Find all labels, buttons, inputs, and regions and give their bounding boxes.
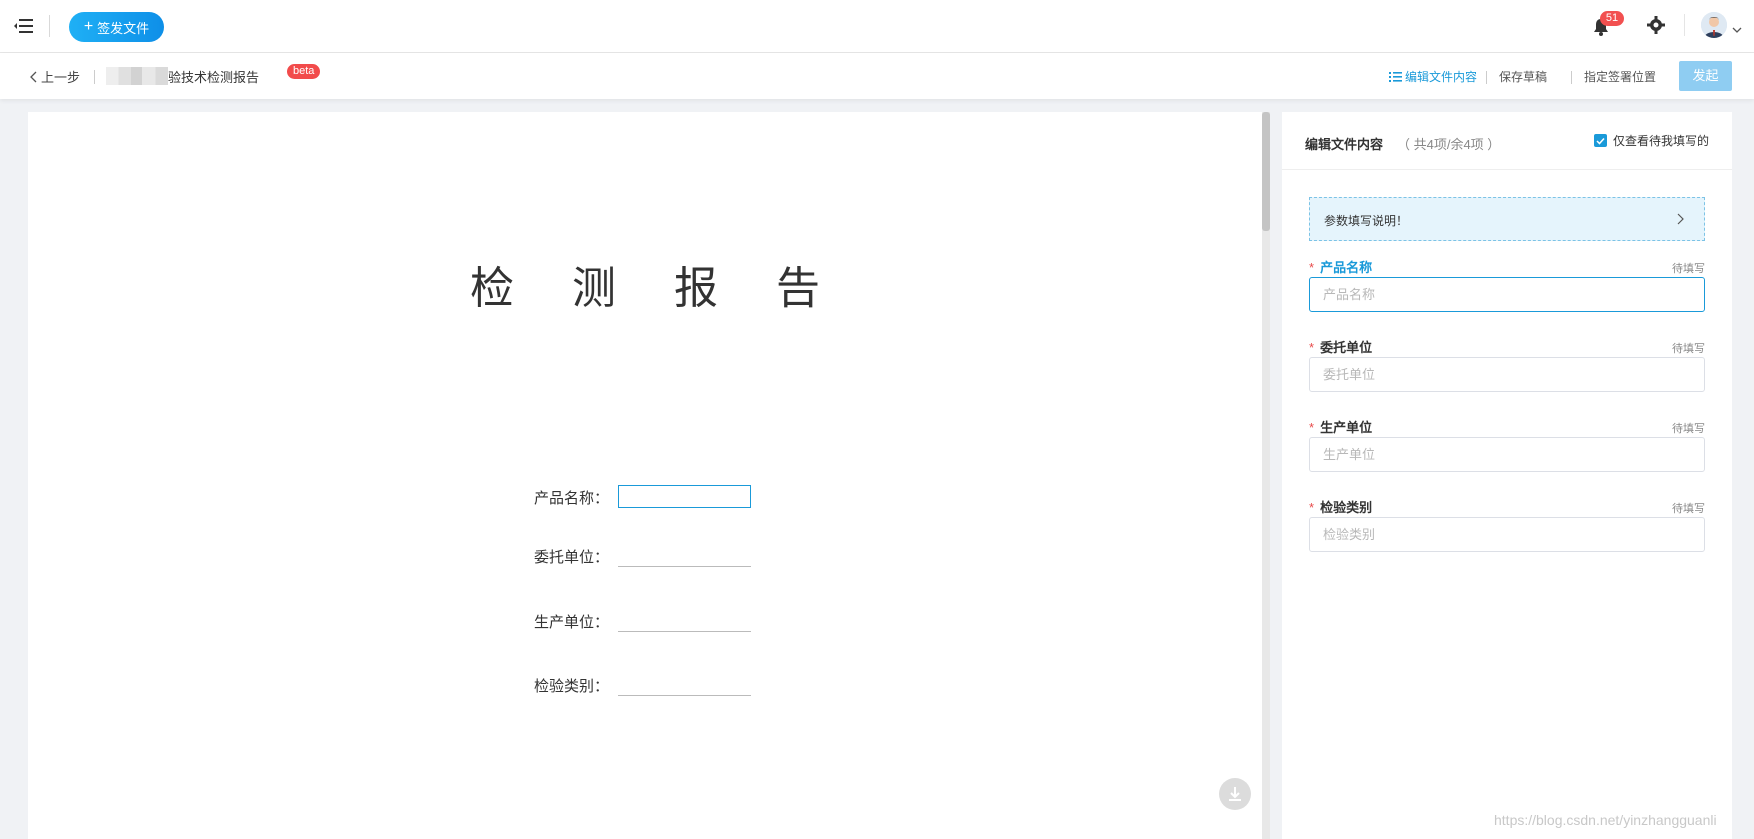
sign-position-button[interactable]: 指定签署位置 [1584, 68, 1656, 85]
doc-field-label: 产品名称： [534, 490, 610, 507]
client-input[interactable] [1309, 357, 1705, 392]
doc-field-manufacturer[interactable]: 生产单位： [534, 608, 751, 632]
document-title: 检 测 报 告 [470, 263, 842, 314]
param-label: * 委托单位 [1309, 340, 1373, 355]
back-label: 上一步 [41, 70, 81, 85]
divider [1486, 71, 1487, 84]
chevron-down-icon[interactable] [1732, 21, 1742, 33]
panel-item-count: （ 共4项/余4项 ） [1397, 137, 1501, 152]
inspection-type-input[interactable] [1309, 517, 1705, 552]
edit-content-button[interactable]: 编辑文件内容 [1389, 68, 1477, 85]
issue-document-label: 签发文件 [97, 20, 150, 36]
param-status: 待填写 [1672, 423, 1705, 435]
edit-content-panel: 编辑文件内容 （ 共4项/余4项 ） 仅查看待我填写的 参数填写说明！ * 产品名… [1282, 112, 1732, 839]
watermark: https://blog.csdn.net/yinzhangguanli [1494, 812, 1717, 828]
param-label: * 产品名称 [1309, 260, 1373, 275]
doc-field-label: 检验类别： [534, 678, 610, 695]
menu-collapse-icon[interactable] [14, 17, 34, 35]
doc-field-input[interactable] [618, 485, 751, 508]
doc-field-inspection-type[interactable]: 检验类别： [534, 672, 751, 696]
doc-field-input[interactable] [618, 551, 751, 567]
save-draft-button[interactable]: 保存草稿 [1499, 68, 1547, 85]
divider [1684, 14, 1685, 36]
param-status: 待填写 [1672, 503, 1705, 515]
panel-title: 编辑文件内容 [1305, 137, 1384, 152]
divider [1571, 71, 1572, 84]
list-icon [1389, 72, 1402, 82]
scrollbar-thumb[interactable] [1262, 112, 1270, 231]
launch-button[interactable]: 发起 [1679, 61, 1732, 91]
divider [94, 70, 95, 84]
doc-field-product-name[interactable]: 产品名称： [534, 484, 751, 508]
gear-icon[interactable] [1645, 14, 1667, 36]
chevron-right-icon [1677, 213, 1684, 225]
param-label: * 检验类别 [1309, 500, 1373, 515]
doc-field-client[interactable]: 委托单位： [534, 543, 751, 567]
edit-content-label: 编辑文件内容 [1405, 70, 1478, 84]
divider [49, 15, 50, 37]
back-button[interactable]: 上一步 [30, 67, 80, 86]
top-navbar: + 签发文件 51 [0, 0, 1754, 53]
beta-badge: beta [287, 64, 321, 79]
doc-field-label: 生产单位： [534, 614, 610, 631]
doc-field-label: 委托单位： [534, 549, 610, 566]
user-avatar[interactable] [1701, 12, 1727, 38]
param-label: * 生产单位 [1309, 420, 1373, 435]
document-toolbar: 上一步 验技术检测报告 beta 编辑文件内容 保存草稿 指定签署位置 发起 [0, 53, 1754, 99]
doc-field-input[interactable] [618, 616, 751, 632]
checkbox-checked-icon[interactable] [1594, 134, 1607, 147]
chevron-left-icon [30, 71, 37, 82]
product-name-input[interactable] [1309, 277, 1705, 312]
issue-document-button[interactable]: + 签发文件 [69, 12, 164, 42]
doc-field-input[interactable] [618, 680, 751, 696]
parameter-guide-banner[interactable]: 参数填写说明！ [1309, 197, 1705, 241]
document-name: 验技术检测报告 [168, 70, 260, 85]
only-mine-label: 仅查看待我填写的 [1613, 134, 1710, 148]
manufacturer-input[interactable] [1309, 437, 1705, 472]
guide-text: 参数填写说明！ [1324, 214, 1409, 228]
download-icon[interactable] [1219, 778, 1251, 810]
only-mine-filter[interactable]: 仅查看待我填写的 [1594, 132, 1709, 149]
param-status: 待填写 [1672, 343, 1705, 355]
document-preview: 检 测 报 告 产品名称： 委托单位： 生产单位： 检验类别： [28, 112, 1262, 839]
panel-header: 编辑文件内容 （ 共4项/余4项 ） 仅查看待我填写的 [1282, 112, 1732, 170]
plus-icon: + [83, 17, 94, 35]
notification-count-badge: 51 [1600, 11, 1624, 26]
redacted-text [106, 67, 168, 85]
param-status: 待填写 [1672, 263, 1705, 275]
